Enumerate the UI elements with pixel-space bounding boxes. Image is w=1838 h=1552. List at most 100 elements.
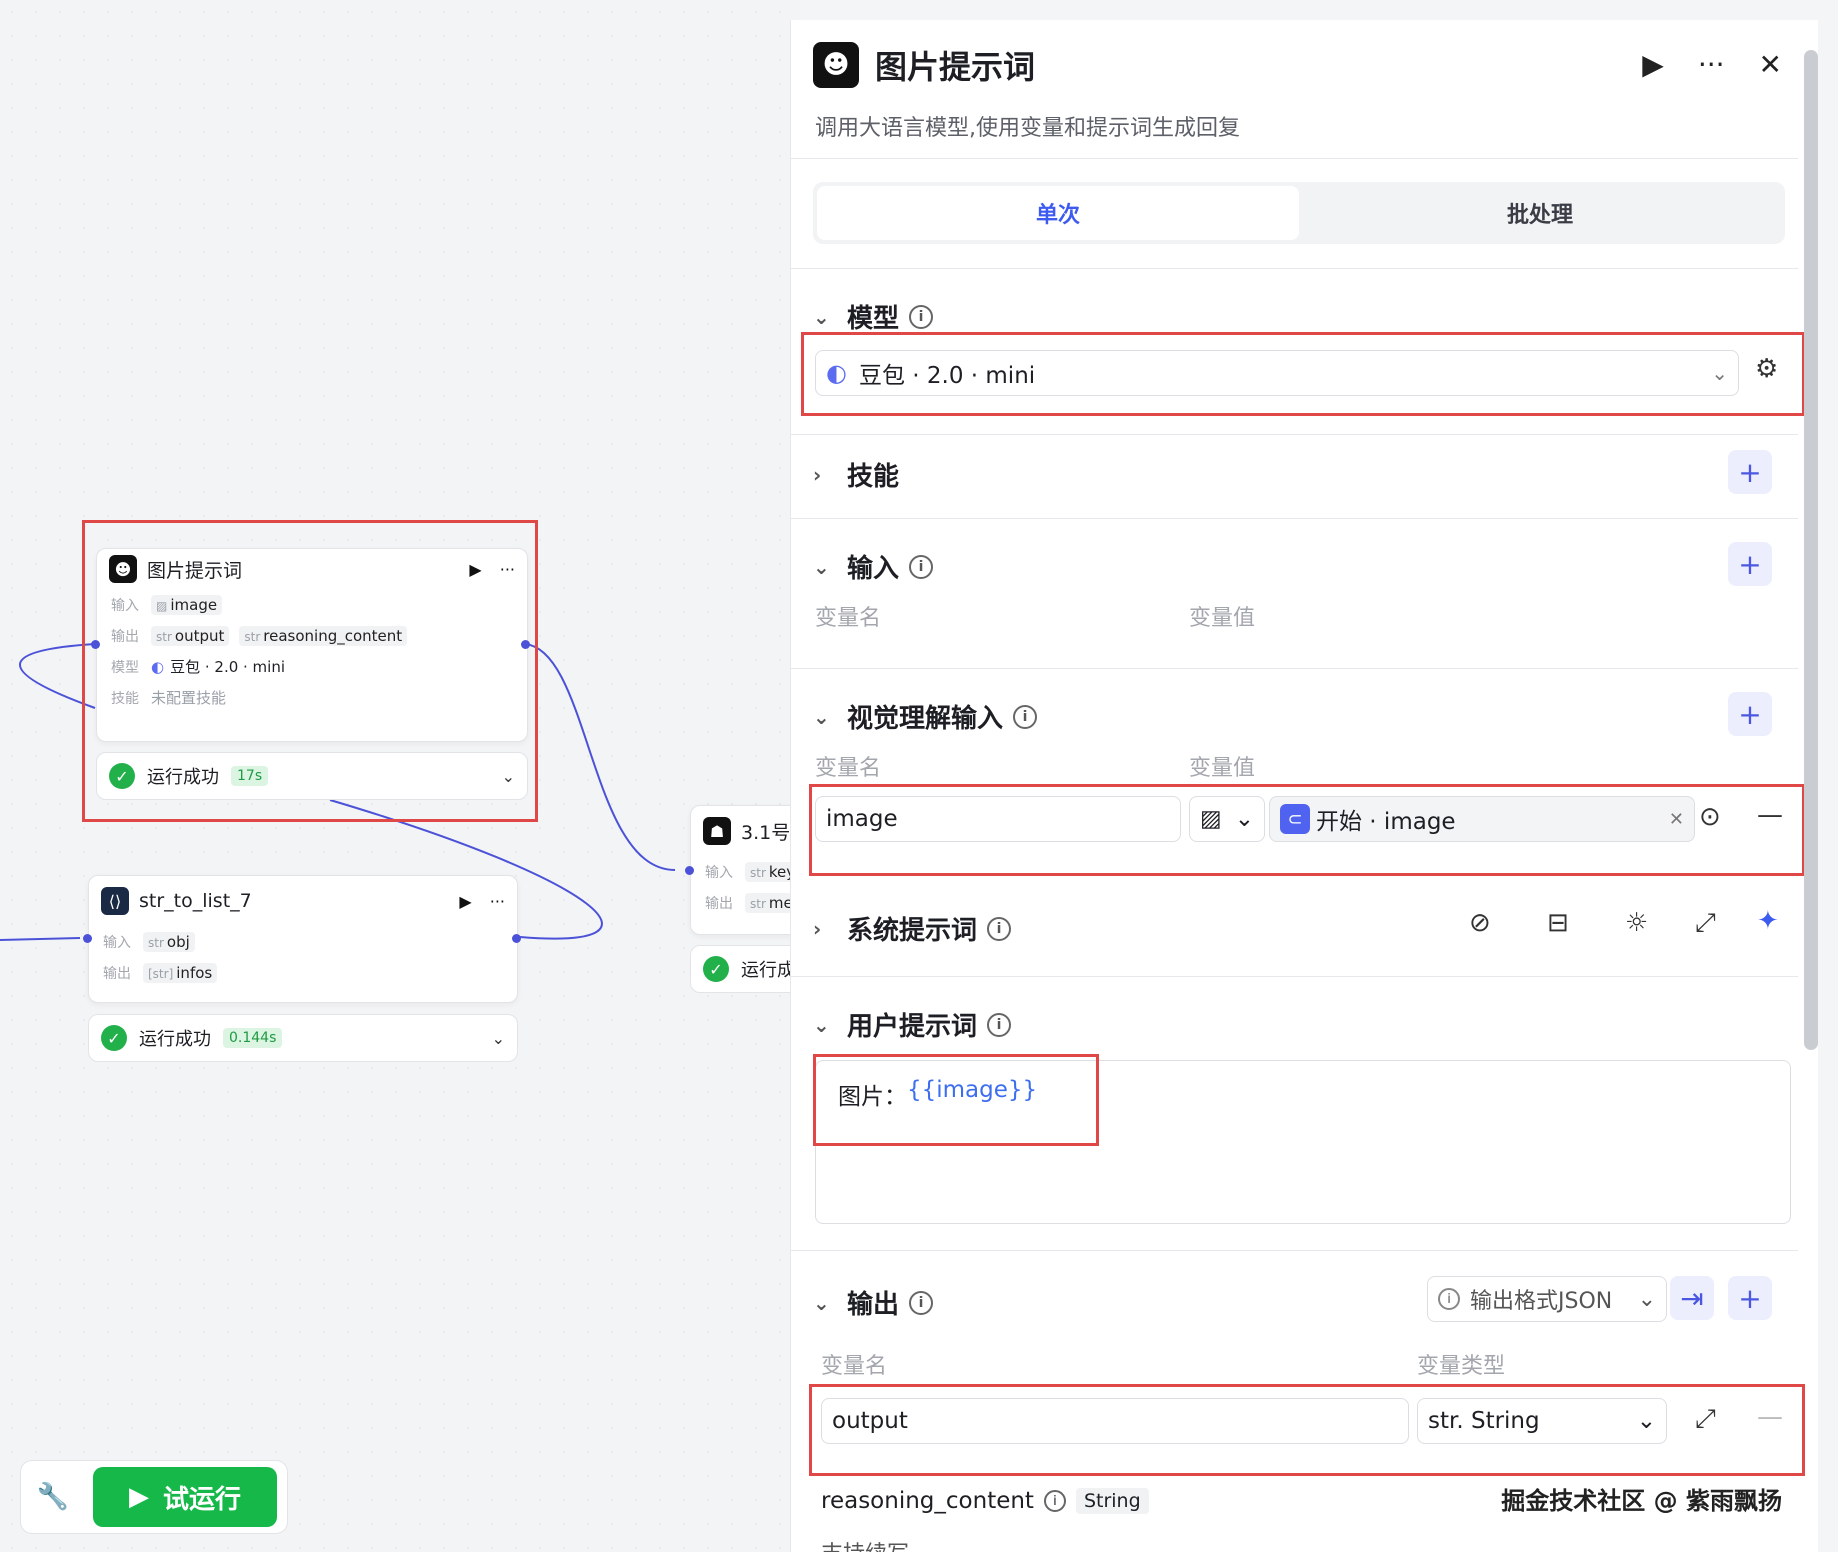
port[interactable] <box>83 934 92 943</box>
output-key: 输出 <box>705 895 733 912</box>
output-val: infos <box>176 963 213 982</box>
run-icon[interactable]: ▶ <box>459 892 471 911</box>
chevron-right-icon[interactable]: › <box>813 463 847 487</box>
chevron-down-icon[interactable]: ⌄ <box>813 555 847 579</box>
add-input-button[interactable]: + <box>1728 542 1772 586</box>
output-section-title: 输出 <box>847 1290 900 1320</box>
reasoning-row: reasoning_content i String <box>821 1488 1149 1514</box>
node2-status[interactable]: ✓ 运行成功 0.144s ⌄ <box>88 1014 518 1062</box>
col-header-name: 变量名 <box>815 606 882 631</box>
edge-into-node2 <box>0 937 81 941</box>
input-key: 输入 <box>103 934 131 951</box>
import-icon[interactable]: ⇥ <box>1670 1276 1714 1320</box>
panel-description: 调用大语言模型,使用变量和提示词生成回复 <box>815 116 1240 141</box>
highlight-box <box>801 332 1805 416</box>
chevron-down-icon[interactable]: ⌄ <box>813 1291 847 1315</box>
col-header-name: 变量名 <box>815 756 882 781</box>
expand-icon[interactable]: ⤢ <box>1695 908 1716 939</box>
add-vision-input-button[interactable]: + <box>1728 692 1772 736</box>
port[interactable] <box>685 866 694 875</box>
highlight-box <box>809 1384 1805 1476</box>
chevron-down-icon: ⌄ <box>1637 1286 1656 1312</box>
input-tag: str obj <box>143 931 195 952</box>
panel-title: 图片提示词 <box>875 48 1036 86</box>
output-tag: [str] infos <box>143 962 218 983</box>
bulb-icon[interactable]: ☼ <box>1625 908 1648 938</box>
robot-icon: ☻ <box>813 42 859 88</box>
info-icon[interactable]: i <box>909 1290 934 1315</box>
node3-status[interactable]: ✓ 运行成 <box>690 945 800 993</box>
highlight-box <box>813 1054 1099 1146</box>
node-config-panel: ☻ 图片提示词 ▶ ··· ✕ 调用大语言模型,使用变量和提示词生成回复 单次 … <box>790 20 1818 1552</box>
time-badge: 0.144s <box>223 1028 283 1048</box>
compass-icon[interactable]: ⊘ <box>1469 908 1491 938</box>
chevron-right-icon[interactable]: › <box>813 917 847 941</box>
tab-single[interactable]: 单次 <box>817 186 1299 240</box>
vision-section-title: 视觉理解输入 <box>847 704 1004 734</box>
col-header-value: 变量值 <box>1189 606 1256 631</box>
user-prompt-title: 用户提示词 <box>847 1012 978 1042</box>
output-key: 输出 <box>103 965 131 982</box>
workflow-canvas[interactable]: ☻ 图片提示词 ▶ ··· 输入 ▨ image 输出 str output str r… <box>0 0 800 1552</box>
system-prompt-title: 系统提示词 <box>847 916 978 946</box>
more-icon[interactable]: ··· <box>1698 48 1725 81</box>
test-run-label: 试运行 <box>162 1484 241 1515</box>
more-icon[interactable]: ··· <box>490 892 505 911</box>
input-section-title: 输入 <box>847 554 900 584</box>
info-icon[interactable]: i <box>987 916 1012 941</box>
node-3-1[interactable]: ☗ 3.1号 输入 str key 输出 str me <box>690 805 800 935</box>
reasoning-type: String <box>1075 1488 1149 1514</box>
python-icon: ⟨⟩ <box>101 887 129 915</box>
output-format-select[interactable]: i 输出格式JSON ⌄ <box>1427 1276 1667 1322</box>
sparkle-icon[interactable]: ✦ <box>1757 906 1779 936</box>
type-label: str <box>148 935 164 950</box>
highlight-box <box>809 784 1805 876</box>
wrench-icon[interactable]: 🔧 <box>27 1482 79 1512</box>
highlight-box <box>82 520 538 822</box>
play-icon: ▶ <box>128 1482 149 1512</box>
edge-node1-node3 <box>524 643 676 871</box>
info-icon[interactable]: i <box>909 304 934 329</box>
output-format-label: 输出格式JSON <box>1470 1289 1613 1314</box>
info-icon[interactable]: i <box>987 1012 1012 1037</box>
chevron-down-icon[interactable]: ⌄ <box>813 705 847 729</box>
port[interactable] <box>91 640 100 649</box>
mode-tabs: 单次 批处理 <box>813 182 1785 244</box>
node-str-to-list[interactable]: ⟨⟩ str_to_list_7 ▶ ··· 输入 str obj 输出 [str] i… <box>88 875 518 1003</box>
info-icon: i <box>1438 1288 1460 1310</box>
status-text: 运行成功 <box>139 1029 211 1050</box>
status-text: 运行成 <box>741 960 795 981</box>
add-output-button[interactable]: + <box>1728 1276 1772 1320</box>
info-icon[interactable]: i <box>1043 1490 1066 1512</box>
port[interactable] <box>512 934 521 943</box>
chevron-down-icon[interactable]: ⌄ <box>813 1013 847 1037</box>
info-icon[interactable]: i <box>909 554 934 579</box>
add-skill-button[interactable]: + <box>1728 450 1772 494</box>
chevron-down-icon[interactable]: ⌄ <box>492 1029 505 1048</box>
chevron-down-icon[interactable]: ⌄ <box>813 305 847 329</box>
scrollbar[interactable] <box>1804 50 1818 1050</box>
bottom-toolbar: 🔧 ▶ 试运行 <box>20 1460 288 1534</box>
col-header-type: 变量类型 <box>1417 1354 1506 1379</box>
info-icon[interactable]: i <box>1013 704 1038 729</box>
port[interactable] <box>521 640 530 649</box>
col-header-name: 变量名 <box>821 1354 888 1379</box>
tab-batch[interactable]: 批处理 <box>1299 186 1781 240</box>
stream-label: 支持续写 <box>821 1536 909 1552</box>
check-icon: ✓ <box>703 956 729 982</box>
close-icon[interactable]: ✕ <box>1759 48 1782 81</box>
library-icon[interactable]: ⊟ <box>1547 908 1569 938</box>
check-icon: ✓ <box>101 1025 127 1051</box>
watermark: 掘金技术社区 @ 紫雨飘扬 <box>1501 1487 1782 1515</box>
model-section-title: 模型 <box>847 304 900 334</box>
skills-section-title: 技能 <box>847 462 900 492</box>
input-key: 输入 <box>705 864 733 881</box>
test-run-button[interactable]: ▶ 试运行 <box>93 1467 277 1527</box>
input-val: obj <box>166 932 190 951</box>
reasoning-name: reasoning_content <box>821 1488 1034 1514</box>
run-icon[interactable]: ▶ <box>1642 48 1664 81</box>
node-icon: ☗ <box>703 817 731 845</box>
col-header-value: 变量值 <box>1189 756 1256 781</box>
type-label: [str] <box>148 966 174 981</box>
node-title: str_to_list_7 <box>139 890 252 912</box>
